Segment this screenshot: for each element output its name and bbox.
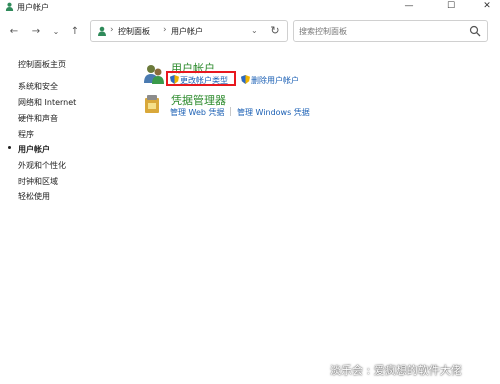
back-button[interactable]: ← [7, 25, 21, 39]
control-panel-icon [98, 26, 106, 36]
recent-locations-button[interactable]: ⌄ [49, 25, 63, 39]
sidebar-item-user-accounts[interactable]: 用户帐户 [18, 144, 50, 155]
sidebar-item-network[interactable]: 网络和 Internet [18, 97, 76, 108]
sidebar-item-programs[interactable]: 程序 [18, 129, 34, 140]
search-box[interactable]: 搜索控制面板 [293, 20, 488, 42]
address-bar[interactable]: › 控制面板 › 用户帐户 ⌄ [90, 20, 288, 42]
delete-user-account-label[interactable]: 删除用户帐户 [251, 76, 299, 85]
sidebar-item-ease-of-access[interactable]: 轻松使用 [18, 191, 50, 202]
user-accounts-section-icon [144, 65, 164, 84]
active-item-bullet [8, 146, 11, 149]
sidebar-item-clock-region[interactable]: 时钟和区域 [18, 176, 58, 187]
sidebar-item-hardware-sound[interactable]: 硬件和声音 [18, 113, 58, 124]
close-button[interactable]: ✕ [474, 0, 500, 14]
highlight-box [166, 71, 236, 86]
watermark-text: 淡乐会 : 爱疯想的软件大佬 [330, 364, 462, 377]
manage-windows-credentials-link[interactable]: 管理 Windows 凭据 [237, 107, 310, 118]
breadcrumb-separator: › [110, 25, 114, 35]
window-title: 用户帐户 [17, 3, 49, 12]
shield-icon [241, 75, 250, 84]
credential-manager-icon [145, 95, 159, 113]
address-dropdown-icon[interactable]: ⌄ [251, 26, 258, 35]
breadcrumb-control-panel[interactable]: 控制面板 [118, 26, 150, 37]
delete-user-account-link[interactable]: 删除用户帐户 [241, 75, 299, 86]
link-divider [230, 107, 231, 116]
search-icon[interactable] [469, 25, 481, 37]
manage-web-credentials-link[interactable]: 管理 Web 凭据 [170, 107, 225, 118]
sidebar-item-system-security[interactable]: 系统和安全 [18, 81, 58, 92]
up-button[interactable]: ↑ [68, 25, 82, 39]
user-accounts-icon [5, 2, 14, 11]
breadcrumb-separator: › [163, 25, 167, 35]
minimize-button[interactable]: — [396, 0, 422, 14]
maximize-button[interactable]: ☐ [438, 0, 464, 14]
forward-button[interactable]: → [29, 25, 43, 39]
sidebar-item-home[interactable]: 控制面板主页 [18, 59, 66, 70]
credential-manager-title[interactable]: 凭据管理器 [171, 92, 226, 108]
refresh-button[interactable]: ↻ [268, 24, 282, 38]
breadcrumb-user-accounts[interactable]: 用户帐户 [171, 26, 203, 37]
title-bar: 用户帐户 — ☐ ✕ [0, 0, 500, 14]
search-placeholder[interactable]: 搜索控制面板 [299, 26, 347, 37]
sidebar-item-appearance[interactable]: 外观和个性化 [18, 160, 66, 171]
